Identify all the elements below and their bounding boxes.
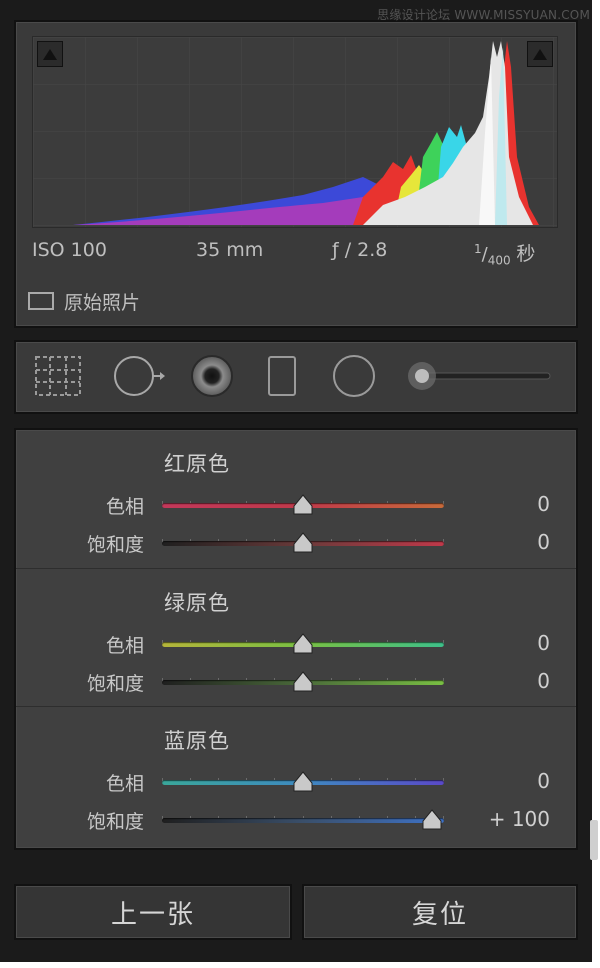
green-primary-section: 绿原色 色相 0 饱和度 0 — [16, 568, 576, 705]
green-hue-value: 0 — [537, 631, 550, 655]
original-photo-label: 原始照片 — [64, 291, 141, 314]
slider-thumb-icon — [293, 494, 313, 515]
red-primary-section: 红原色 色相 0 饱和度 0 — [16, 430, 576, 566]
red-saturation-slider-thumb[interactable] — [292, 532, 314, 554]
red-saturation-row: 饱和度 0 — [16, 526, 576, 560]
shutter-denominator: 400 — [487, 253, 511, 268]
graduated-filter-tool[interactable] — [254, 352, 310, 400]
slider-thumb-icon — [293, 771, 313, 792]
aperture-value: ƒ / 2.8 — [332, 239, 388, 261]
shutter-speed-value: 1/400 秒 — [474, 242, 536, 268]
hue-label: 色相 — [105, 773, 144, 795]
panel-scrollbar[interactable] — [590, 820, 598, 860]
adjustment-brush-tool[interactable] — [406, 352, 556, 400]
slider-thumb-icon — [422, 809, 442, 830]
watermark-text: 思缘设计论坛 WWW.MISSYUAN.COM — [377, 8, 590, 22]
saturation-label: 饱和度 — [86, 534, 144, 556]
histogram-graph — [33, 37, 557, 227]
slider-thumb-icon — [293, 671, 313, 692]
saturation-label: 饱和度 — [86, 811, 144, 833]
red-eye-icon — [191, 355, 233, 397]
blue-saturation-track[interactable] — [162, 818, 444, 823]
calibration-panel: 红原色 色相 0 饱和度 0 绿原色 色相 0 饱和度 0 蓝原色 色相 0 饱… — [14, 428, 578, 850]
rect-filter-icon — [268, 356, 296, 396]
red-primary-title: 红原色 — [164, 452, 230, 476]
green-hue-slider-thumb[interactable] — [292, 633, 314, 655]
green-saturation-slider-thumb[interactable] — [292, 671, 314, 693]
blue-saturation-slider-thumb[interactable] — [421, 809, 443, 831]
develop-panel: ISO 100 35 mm ƒ / 2.8 1/400 秒 原始照片 红原色 色… — [0, 0, 592, 962]
tool-strip — [14, 340, 578, 414]
saturation-label: 饱和度 — [86, 673, 144, 695]
blue-primary-section: 蓝原色 色相 0 饱和度 + 100 — [16, 706, 576, 843]
blue-hue-slider-thumb[interactable] — [292, 771, 314, 793]
hue-label: 色相 — [105, 635, 144, 657]
red-hue-value: 0 — [537, 492, 550, 516]
red-saturation-value: 0 — [537, 530, 550, 554]
green-primary-title: 绿原色 — [164, 591, 230, 615]
shutter-unit: 秒 — [516, 243, 536, 265]
slider-ticks — [162, 807, 444, 821]
iso-value: ISO 100 — [32, 239, 107, 261]
crop-overlay-tool[interactable] — [30, 352, 86, 400]
shadow-clipping-toggle[interactable] — [37, 41, 63, 67]
shutter-numerator: 1 — [474, 242, 482, 256]
green-saturation-value: 0 — [537, 669, 550, 693]
original-photo-checkbox[interactable] — [28, 292, 54, 310]
blue-saturation-value: + 100 — [488, 807, 550, 831]
circle-filter-icon — [333, 355, 375, 397]
previous-button[interactable]: 上一张 — [14, 884, 292, 940]
blue-hue-value: 0 — [537, 769, 550, 793]
histogram-panel: ISO 100 35 mm ƒ / 2.8 1/400 秒 原始照片 — [14, 20, 578, 328]
blue-primary-title: 蓝原色 — [164, 729, 230, 753]
red-hue-slider-thumb[interactable] — [292, 494, 314, 516]
focal-length-value: 35 mm — [196, 239, 264, 261]
red-eye-tool[interactable] — [184, 352, 240, 400]
crop-grid-icon — [35, 356, 81, 396]
spot-removal-tool[interactable] — [112, 352, 168, 400]
exif-info: ISO 100 35 mm ƒ / 2.8 1/400 秒 — [32, 237, 556, 268]
reset-button[interactable]: 复位 — [302, 884, 578, 940]
red-hue-row: 色相 0 — [16, 488, 576, 522]
triangle-up-icon — [43, 49, 57, 60]
histogram — [32, 36, 558, 228]
spot-heal-icon — [114, 356, 165, 396]
original-photo-toggle[interactable]: 原始照片 — [28, 287, 140, 315]
green-hue-row: 色相 0 — [16, 627, 576, 661]
blue-saturation-row: 饱和度 + 100 — [16, 803, 576, 837]
blue-hue-row: 色相 0 — [16, 765, 576, 799]
highlight-clipping-toggle[interactable] — [527, 41, 553, 67]
slider-thumb-icon — [293, 633, 313, 654]
hue-label: 色相 — [105, 496, 144, 518]
green-saturation-row: 饱和度 0 — [16, 665, 576, 699]
brush-slider-icon — [408, 362, 551, 390]
slider-thumb-icon — [293, 532, 313, 553]
triangle-up-icon — [533, 49, 547, 60]
radial-filter-tool[interactable] — [326, 352, 382, 400]
